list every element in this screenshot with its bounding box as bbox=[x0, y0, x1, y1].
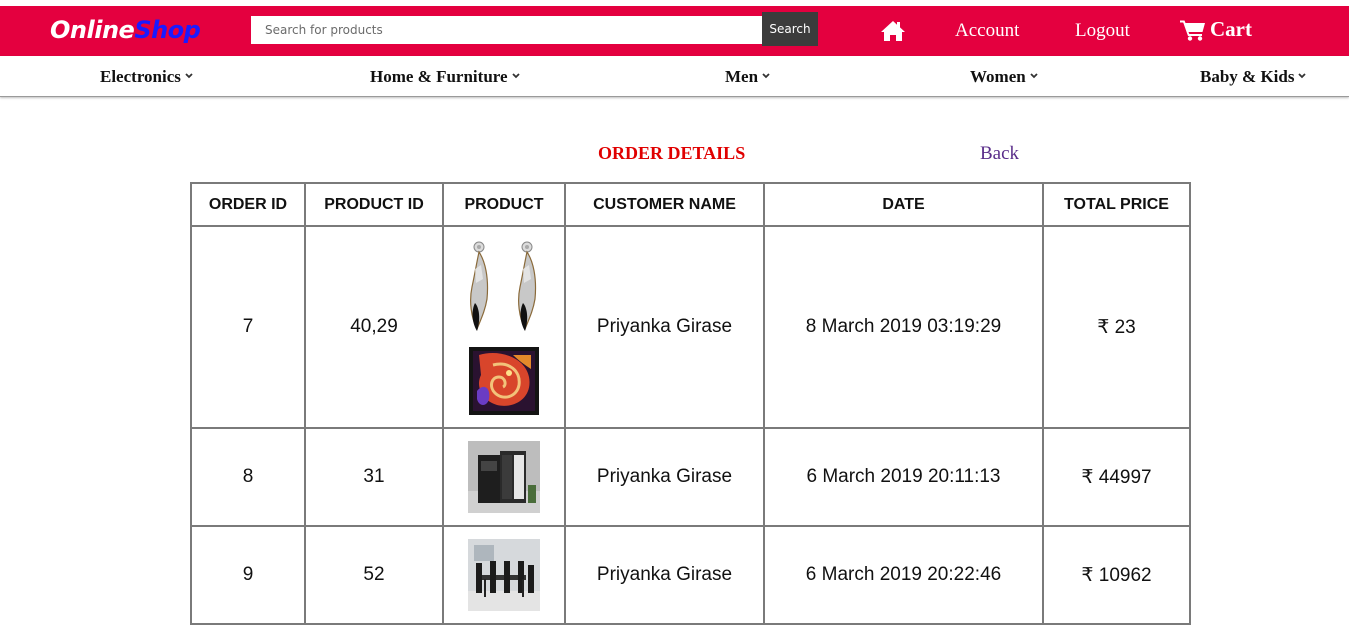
header-bar: OnlineShop Search Account Logout Cart bbox=[0, 6, 1349, 56]
product-id-cell: 31 bbox=[304, 427, 444, 527]
header-date: DATE bbox=[763, 182, 1044, 227]
category-bar: Electronics Home & Furniture Men Women B… bbox=[0, 56, 1349, 97]
table-row: 9 52 Priyanka Girase 6 March 2019 20:22:… bbox=[190, 525, 1191, 625]
header-total-price: TOTAL PRICE bbox=[1042, 182, 1191, 227]
customer-name-cell: Priyanka Girase bbox=[564, 525, 765, 625]
search-input[interactable] bbox=[251, 16, 762, 44]
header-order-id: ORDER ID bbox=[190, 182, 306, 227]
dining-set-image[interactable] bbox=[468, 539, 540, 611]
cart-icon bbox=[1180, 20, 1205, 41]
order-table: ORDER ID PRODUCT ID PRODUCT CUSTOMER NAM… bbox=[190, 182, 1191, 625]
logo-part-shop: Shop bbox=[134, 16, 201, 44]
total-price-cell: ₹ 44997 bbox=[1042, 427, 1191, 527]
order-id-cell: 7 bbox=[190, 225, 306, 429]
category-label: Home & Furniture bbox=[370, 67, 508, 86]
chevron-down-icon bbox=[185, 73, 193, 79]
category-label: Men bbox=[725, 67, 759, 86]
search-button[interactable]: Search bbox=[762, 12, 818, 46]
header-customer-name: CUSTOMER NAME bbox=[564, 182, 765, 227]
product-cell bbox=[442, 525, 566, 625]
account-link[interactable]: Account bbox=[955, 20, 1019, 42]
category-baby-kids[interactable]: Baby & Kids bbox=[1200, 67, 1307, 87]
logo-part-online: Online bbox=[50, 16, 135, 44]
back-link[interactable]: Back bbox=[980, 143, 1019, 165]
date-cell: 6 March 2019 20:11:13 bbox=[763, 427, 1044, 527]
total-price-cell: ₹ 23 bbox=[1042, 225, 1191, 429]
home-icon[interactable] bbox=[880, 20, 906, 42]
header-product: PRODUCT bbox=[442, 182, 566, 227]
product-id-cell: 52 bbox=[304, 525, 444, 625]
logout-link[interactable]: Logout bbox=[1075, 20, 1130, 42]
table-row: 7 40,29 Priyanka Girase 8 March 2019 03:… bbox=[190, 225, 1191, 429]
product-cell bbox=[442, 427, 566, 527]
category-label: Electronics bbox=[100, 67, 181, 86]
order-id-cell: 8 bbox=[190, 427, 306, 527]
category-electronics[interactable]: Electronics bbox=[100, 67, 193, 87]
ganesha-painting-image[interactable] bbox=[469, 347, 539, 415]
customer-name-cell: Priyanka Girase bbox=[564, 225, 765, 429]
chevron-down-icon bbox=[762, 73, 770, 79]
product-cell bbox=[442, 225, 566, 429]
table-row: 8 31 Priyanka Girase 6 March 2019 20:11:… bbox=[190, 427, 1191, 527]
category-women[interactable]: Women bbox=[970, 67, 1038, 87]
header-product-id: PRODUCT ID bbox=[304, 182, 444, 227]
category-label: Women bbox=[970, 67, 1026, 86]
page-title: ORDER DETAILS bbox=[598, 143, 746, 163]
wardrobe-image[interactable] bbox=[468, 441, 540, 513]
chevron-down-icon bbox=[511, 73, 520, 79]
table-header-row: ORDER ID PRODUCT ID PRODUCT CUSTOMER NAM… bbox=[190, 182, 1191, 227]
chevron-down-icon bbox=[1030, 73, 1038, 79]
total-price-cell: ₹ 10962 bbox=[1042, 525, 1191, 625]
category-home-furniture[interactable]: Home & Furniture bbox=[370, 67, 520, 87]
date-cell: 6 March 2019 20:22:46 bbox=[763, 525, 1044, 625]
logo[interactable]: OnlineShop bbox=[50, 16, 201, 44]
category-men[interactable]: Men bbox=[725, 67, 770, 87]
date-cell: 8 March 2019 03:19:29 bbox=[763, 225, 1044, 429]
chevron-down-icon bbox=[1298, 73, 1307, 79]
order-id-cell: 9 bbox=[190, 525, 306, 625]
cart-label: Cart bbox=[1210, 17, 1252, 41]
customer-name-cell: Priyanka Girase bbox=[564, 427, 765, 527]
category-label: Baby & Kids bbox=[1200, 67, 1295, 86]
earrings-image[interactable] bbox=[467, 239, 541, 343]
product-id-cell: 40,29 bbox=[304, 225, 444, 429]
